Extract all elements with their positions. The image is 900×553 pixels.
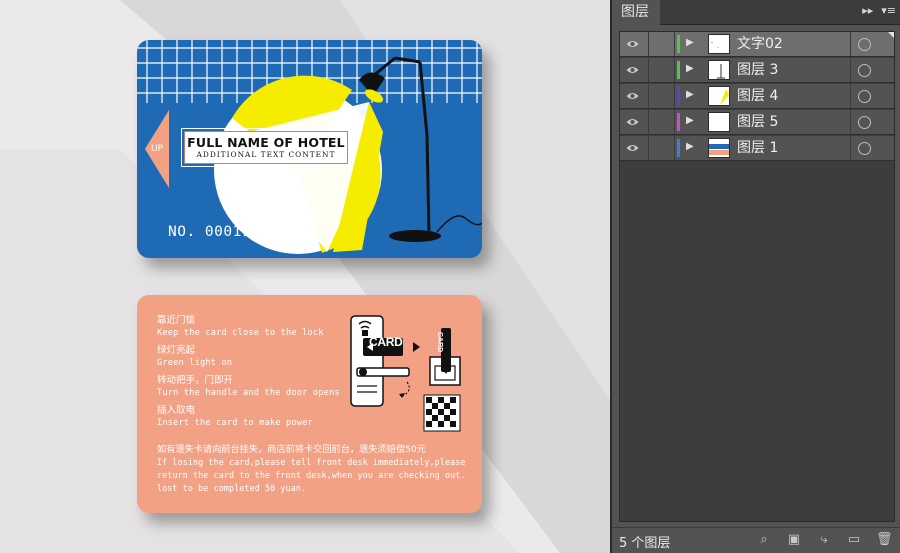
layers-list[interactable]: ▶ - · 文字02 ▶ 图层 3 ▶ 图层 4 ▶ 图层 5 ▶ 图层 1 <box>619 31 895 522</box>
layer-color-swatch <box>677 113 680 131</box>
qr-code-icon <box>423 394 461 432</box>
layer-name[interactable]: 图层 3 <box>737 61 778 80</box>
expand-triangle-icon[interactable]: ▶ <box>686 63 694 74</box>
layer-row[interactable]: ▶ 图层 5 <box>620 110 894 135</box>
instruction-en: Keep the card close to the lock <box>157 328 324 338</box>
layer-target-icon[interactable] <box>858 116 871 129</box>
layer-thumbnail <box>708 138 730 158</box>
tab-layers[interactable]: 图层 <box>612 0 660 25</box>
make-clipping-mask-icon[interactable]: ▣ <box>786 533 802 547</box>
expand-triangle-icon[interactable]: ▶ <box>686 89 694 100</box>
card-number: NO. 00011 <box>168 224 252 240</box>
locate-object-icon[interactable]: ⌕ <box>756 533 772 547</box>
collapse-icon[interactable]: ▸▸ <box>862 4 873 17</box>
hotel-subtitle: ADDITIONAL TEXT CONTENT <box>196 150 336 159</box>
hotel-name: FULL NAME OF HOTEL <box>187 135 345 150</box>
expand-triangle-icon[interactable]: ▶ <box>686 141 694 152</box>
hotel-card-front[interactable]: FULL NAME OF HOTEL ADDITIONAL TEXT CONTE… <box>137 40 482 258</box>
visibility-eye-icon[interactable] <box>626 143 639 153</box>
layers-panel: 图层 ▸▸ ▾≡ ▶ - · 文字02 ▶ 图层 3 ▶ 图层 4 ▶ 图层 5… <box>610 0 900 553</box>
layer-row[interactable]: ▶ 图层 4 <box>620 84 894 109</box>
instruction-en: Green light on <box>157 358 233 368</box>
instruction-cn: 转动把手，门即开 <box>157 375 234 386</box>
lost-card-notice: 如有遗失卡请向前台挂失，商店前将卡交回前台，遗失须赔偿50元 If losing… <box>157 444 466 495</box>
layer-name[interactable]: 图层 4 <box>737 87 778 106</box>
layer-thumbnail <box>708 86 730 106</box>
layer-color-swatch <box>677 87 680 105</box>
layer-row[interactable]: ▶ - · 文字02 <box>620 32 894 57</box>
panel-menu-icon[interactable]: ▾≡ <box>881 4 896 17</box>
layer-row[interactable]: ▶ 图层 1 <box>620 136 894 161</box>
create-sublayer-icon[interactable]: ⤷ <box>816 533 832 547</box>
expand-triangle-icon[interactable]: ▶ <box>686 115 694 126</box>
visibility-eye-icon[interactable] <box>626 91 639 101</box>
lost-notice-en-line: If losing the card,please tell front des… <box>157 457 466 467</box>
layer-target-icon[interactable] <box>858 90 871 103</box>
instruction-en: Insert the card to make power <box>157 418 313 428</box>
svg-text:-: - <box>711 39 713 46</box>
lost-notice-cn: 如有遗失卡请向前台挂失，商店前将卡交回前台，遗失须赔偿50元 <box>157 444 426 455</box>
artboard-canvas[interactable]: FULL NAME OF HOTEL ADDITIONAL TEXT CONTE… <box>0 0 610 553</box>
panel-tabbar: 图层 ▸▸ ▾≡ <box>612 0 900 25</box>
lost-notice-en-line: return the card to the front desk,when y… <box>157 470 466 480</box>
layer-name[interactable]: 图层 1 <box>737 139 778 158</box>
instruction-en: Turn the handle and the door opens <box>157 388 340 398</box>
hotel-card-back[interactable]: 靠近门锁 Keep the card close to the lock 绿灯亮… <box>137 295 482 513</box>
layer-thumbnail <box>708 60 730 80</box>
instruction-cn: 靠近门锁 <box>157 315 196 326</box>
create-new-layer-icon[interactable]: ▭ <box>846 533 862 547</box>
layer-target-icon[interactable] <box>858 142 871 155</box>
lost-notice-en-line: lost to be completed 50 yuan. <box>157 483 307 493</box>
layer-count: 5 个图层 <box>619 536 671 551</box>
selection-corner-indicator <box>888 32 894 38</box>
instruction-list: 靠近门锁 Keep the card close to the lock 绿灯亮… <box>157 314 340 434</box>
instruction-cn: 绿灯亮起 <box>157 345 196 356</box>
delete-layer-icon[interactable]: 🗑 <box>876 533 893 547</box>
card-label-vertical: CARD <box>436 332 443 353</box>
svg-text:·: · <box>717 45 719 52</box>
visibility-eye-icon[interactable] <box>626 65 639 75</box>
visibility-eye-icon[interactable] <box>626 117 639 127</box>
layer-color-swatch <box>677 61 680 79</box>
hotel-name-box: FULL NAME OF HOTEL ADDITIONAL TEXT CONTE… <box>181 128 351 167</box>
instruction-cn: 插入取电 <box>157 405 196 416</box>
layer-name[interactable]: 文字02 <box>737 35 783 54</box>
door-lock-icon <box>350 315 461 432</box>
up-label: UP <box>151 144 164 154</box>
layer-target-icon[interactable] <box>858 38 871 51</box>
visibility-eye-icon[interactable] <box>626 39 639 49</box>
layer-color-swatch <box>677 139 680 157</box>
layer-target-icon[interactable] <box>858 64 871 77</box>
expand-triangle-icon[interactable]: ▶ <box>686 37 694 48</box>
layer-color-swatch <box>677 35 680 53</box>
layer-name[interactable]: 图层 5 <box>737 113 778 132</box>
layers-footer: 5 个图层 ⌕ ▣ ⤷ ▭ 🗑 <box>612 527 900 553</box>
layer-thumbnail: - · <box>708 34 730 54</box>
layer-thumbnail <box>708 112 730 132</box>
card-label: CARD <box>369 335 403 349</box>
layer-row[interactable]: ▶ 图层 3 <box>620 58 894 83</box>
